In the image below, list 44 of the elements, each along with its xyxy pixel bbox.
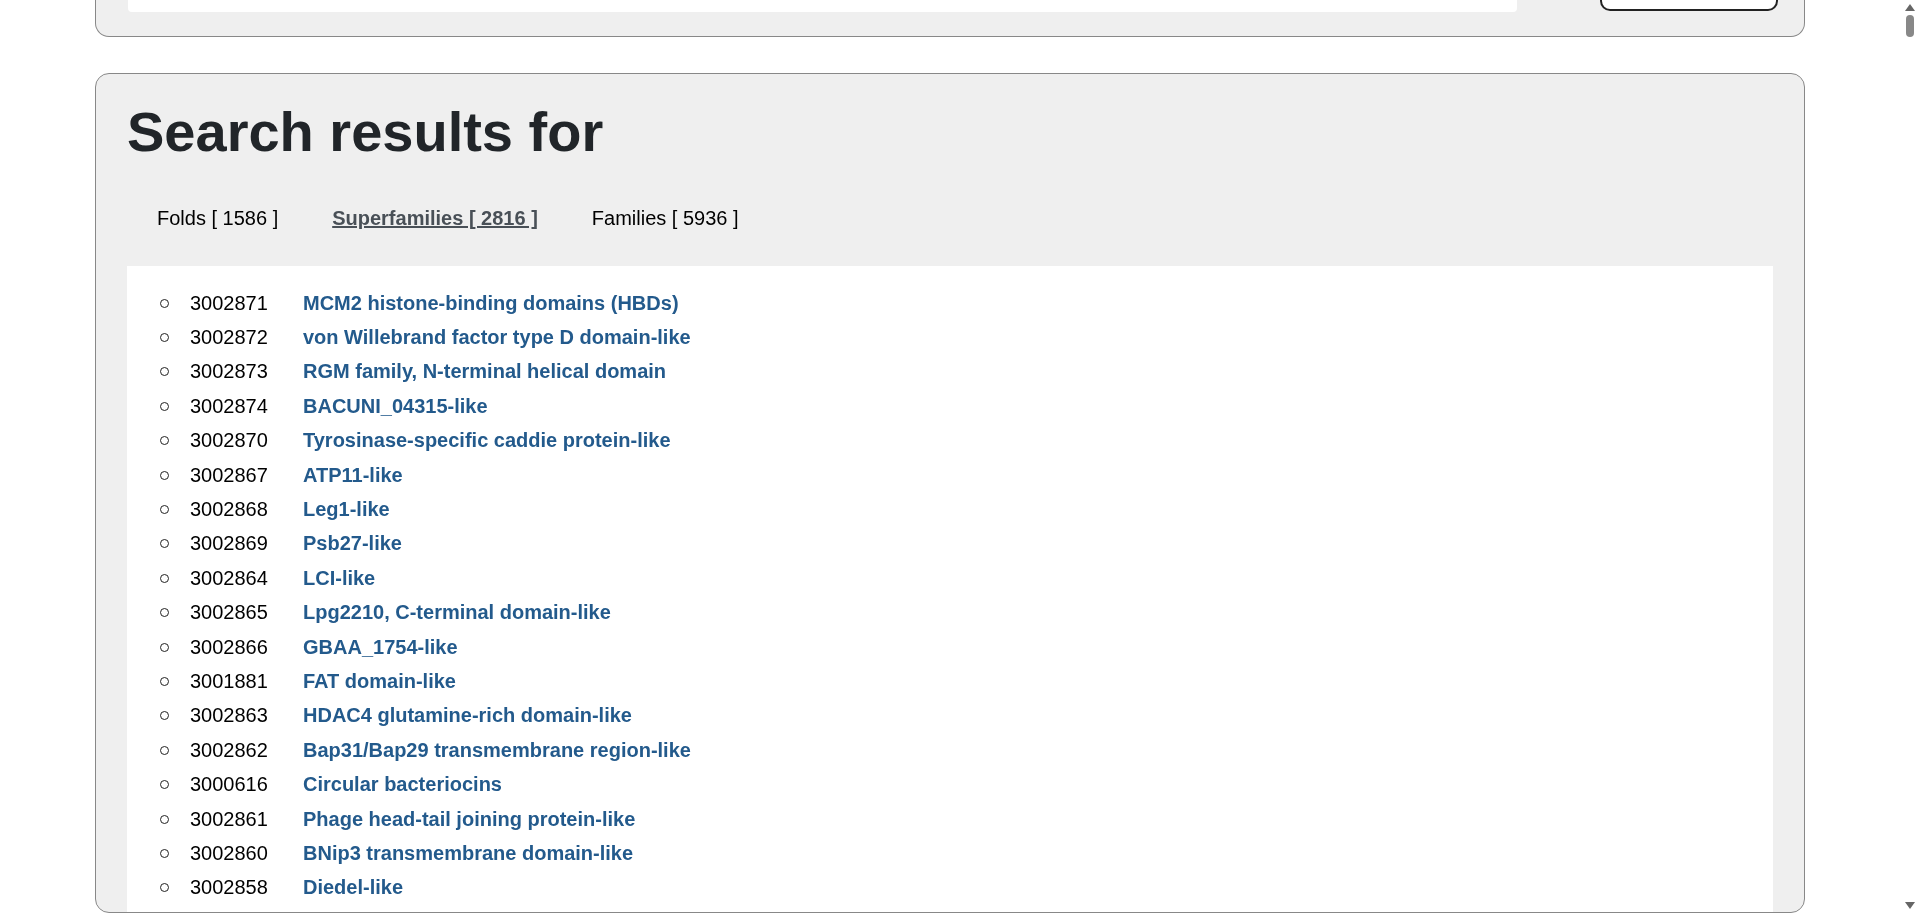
result-link[interactable]: ATP11-like xyxy=(303,463,403,487)
result-link[interactable]: Circular bacteriocins xyxy=(303,773,502,797)
results-heading: Search results for xyxy=(127,100,605,164)
result-id: 3002873 xyxy=(190,360,269,384)
result-id: 3002870 xyxy=(190,429,269,453)
result-id: 3002863 xyxy=(190,704,269,728)
result-id: 3002860 xyxy=(190,841,269,865)
result-link[interactable]: Tyrosinase-specific caddie protein-like xyxy=(303,429,671,453)
result-link[interactable]: Phage head-tail joining protein-like xyxy=(303,807,636,831)
result-id: 3002874 xyxy=(190,394,269,418)
result-link[interactable]: BNip3 transmembrane domain-like xyxy=(303,841,634,865)
result-id: 3002862 xyxy=(190,738,269,762)
result-link[interactable]: Bap31/Bap29 transmembrane region-like xyxy=(303,738,691,762)
result-id: 3002868 xyxy=(190,498,269,522)
scroll-down-icon[interactable] xyxy=(1904,902,1915,909)
result-link[interactable]: FAT domain-like xyxy=(303,670,456,693)
result-link[interactable]: GBAA_1754-like xyxy=(303,635,458,659)
result-link[interactable]: HDAC4 glutamine-rich domain-like xyxy=(303,704,632,728)
result-id: 3001881 xyxy=(190,670,269,693)
result-id: 3002867 xyxy=(190,463,269,487)
result-link[interactable]: BACUNI_04315-like xyxy=(303,394,488,418)
result-id: 3002872 xyxy=(190,326,269,350)
result-link[interactable]: MCM2 histone-binding domains (HBDs) xyxy=(303,291,679,315)
scroll-thumb[interactable] xyxy=(1905,15,1914,37)
result-link[interactable]: Lpg2210, C-terminal domain-like xyxy=(303,601,611,625)
result-id: 3002866 xyxy=(190,635,269,659)
category-tab[interactable]: Families [ 5936 ] xyxy=(591,207,739,230)
result-link[interactable]: von Willebrand factor type D domain-like xyxy=(303,326,691,350)
scroll-up-icon[interactable] xyxy=(1904,4,1915,11)
result-link[interactable]: Psb27-like xyxy=(303,532,402,556)
result-id: 3002861 xyxy=(190,807,269,831)
result-id: 3002871 xyxy=(190,291,269,315)
result-link[interactable]: LCI-like xyxy=(303,566,376,590)
result-id: 3000616 xyxy=(190,773,269,797)
result-link[interactable]: Diedel-like xyxy=(303,876,404,900)
result-id: 3002865 xyxy=(190,601,269,625)
result-link[interactable]: Leg1-like xyxy=(303,498,390,522)
result-link[interactable]: RGM family, N-terminal helical domain xyxy=(303,360,667,384)
result-id: 3002869 xyxy=(190,532,269,556)
category-tab[interactable]: Folds [ 1586 ] xyxy=(157,207,279,230)
result-id: 3002858 xyxy=(190,876,269,900)
result-id: 3002864 xyxy=(190,566,269,590)
search-button[interactable] xyxy=(1600,0,1778,11)
category-tab[interactable]: Superfamilies [ 2816 ] xyxy=(332,207,538,230)
